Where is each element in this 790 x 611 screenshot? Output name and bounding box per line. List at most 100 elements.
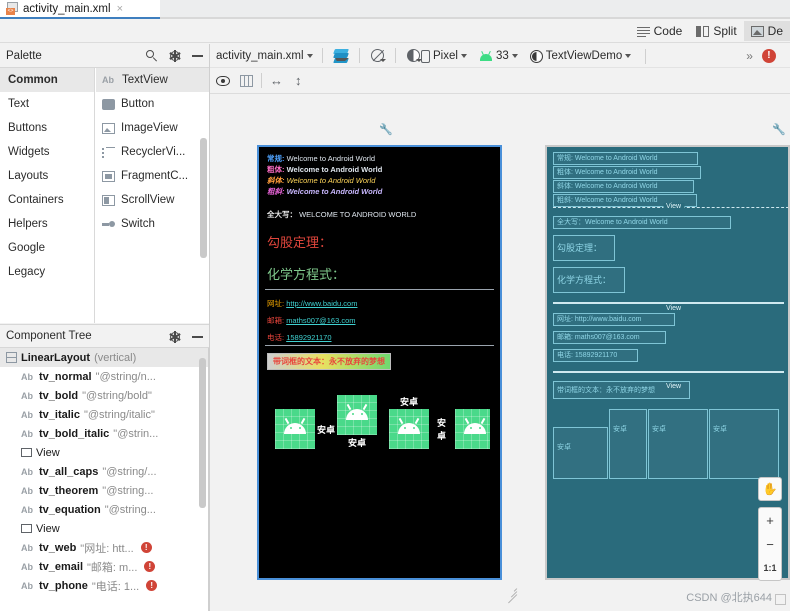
error-icon[interactable]: ! — [140, 542, 152, 553]
dp-link-value[interactable]: 15892921170 — [286, 333, 331, 342]
chevron-down-icon — [306, 53, 313, 58]
mode-design-button[interactable]: De — [743, 21, 790, 41]
tree-row-tv-bold[interactable]: Ab tv_bold "@string/bold" — [0, 386, 208, 405]
android-robot-icon — [454, 409, 490, 449]
minimize-icon[interactable] — [192, 55, 203, 57]
palette-scrollbar[interactable] — [200, 138, 207, 258]
horizontal-resize-icon[interactable]: ↔ — [270, 73, 283, 88]
droid-item-top: 安卓 — [337, 395, 377, 449]
layout-file-selector[interactable]: activity_main.xml — [210, 44, 319, 68]
editor-mode-bar: Code Split De — [0, 19, 790, 43]
component-tree-scrollbar[interactable] — [199, 358, 206, 508]
image-icon — [102, 122, 115, 134]
palette-header: Palette — [0, 44, 209, 68]
palette-category-containers[interactable]: Containers — [0, 188, 94, 212]
more-options-icon[interactable]: » — [746, 49, 753, 63]
error-icon[interactable]: ! — [146, 580, 158, 591]
error-icon[interactable]: ! — [144, 561, 156, 572]
mode-split-button[interactable]: Split — [689, 21, 743, 41]
tree-node-value: "@string/n... — [95, 370, 156, 383]
minimize-icon[interactable] — [192, 336, 203, 338]
bp-row: 粗体: Welcome to Android World — [553, 166, 701, 179]
tree-row-tv-normal[interactable]: Ab tv_normal "@string/n... — [0, 367, 208, 386]
error-badge[interactable]: ! — [761, 49, 776, 63]
palette-category-google[interactable]: Google — [0, 236, 94, 260]
tree-row-linearlayout[interactable]: LinearLayout (vertical) — [0, 348, 208, 367]
zoom-reset-button[interactable]: 1:1 — [759, 556, 781, 580]
palette-category-text[interactable]: Text — [0, 92, 94, 116]
palette-item-switch[interactable]: Switch — [96, 212, 209, 236]
palette-item-label: RecyclerVi... — [121, 146, 186, 158]
tree-node-value: (vertical) — [94, 351, 137, 364]
cat-label: Layouts — [8, 170, 49, 182]
tree-row-tv-italic[interactable]: Ab tv_italic "@string/italic" — [0, 405, 208, 424]
tree-node-value: "@string... — [104, 503, 156, 516]
tree-node-value: "邮箱: m... — [87, 561, 138, 574]
tree-row-view-2[interactable]: View — [0, 519, 208, 538]
watermark-square-icon — [775, 594, 786, 605]
tree-row-tv-email[interactable]: Ab tv_email "邮箱: m... ! — [0, 557, 208, 576]
dp-label: 常规: — [267, 154, 285, 163]
palette-category-common[interactable]: Common — [0, 68, 94, 92]
wrench-icon-design[interactable] — [379, 123, 390, 136]
switch-icon — [102, 219, 115, 230]
palette-item-scrollview[interactable]: ScrollView — [96, 188, 209, 212]
dp-value: Welcome to Android World — [286, 187, 383, 196]
droid-label: 安卓 — [317, 424, 336, 435]
columns-icon[interactable] — [240, 74, 253, 87]
dp-link-value[interactable]: http://www.baidu.com — [286, 299, 357, 308]
bp-row: 常规: Welcome to Android World — [553, 152, 698, 165]
gear-icon[interactable] — [169, 331, 181, 343]
tree-row-tv-theorem[interactable]: Ab tv_theorem "@string... — [0, 481, 208, 500]
api-level-selector[interactable]: 33 — [473, 44, 524, 68]
tree-row-tv-all-caps[interactable]: Ab tv_all_caps "@string/... — [0, 462, 208, 481]
design-canvas[interactable]: 常规: Welcome to Android World 粗体: Welcome… — [210, 95, 790, 611]
api-label: 33 — [495, 50, 509, 62]
device-preview-blueprint[interactable]: 常规: Welcome to Android World 粗体: Welcome… — [545, 145, 790, 580]
palette-item-label: Button — [121, 98, 155, 110]
palette-category-legacy[interactable]: Legacy — [0, 260, 94, 284]
tree-row-tv-bold-italic[interactable]: Ab tv_bold_italic "@strin... — [0, 424, 208, 443]
palette-item-button[interactable]: Button — [96, 92, 209, 116]
palette-category-helpers[interactable]: Helpers — [0, 212, 94, 236]
palette-item-fragmentcontainer[interactable]: FragmentC... — [96, 164, 209, 188]
android-robot-icon — [389, 409, 429, 449]
palette-category-widgets[interactable]: Widgets — [0, 140, 94, 164]
scroll-icon — [102, 194, 115, 206]
tab-activity-main-xml[interactable]: <> activity_main.xml × — [0, 0, 160, 19]
tree-row-tv-phone[interactable]: Ab tv_phone "电话: 1... ! — [0, 576, 208, 595]
palette-category-buttons[interactable]: Buttons — [0, 116, 94, 140]
tree-row-view-1[interactable]: View — [0, 443, 208, 462]
gear-icon[interactable] — [169, 50, 181, 62]
tree-row-tv-equation[interactable]: Ab tv_equation "@string... — [0, 500, 208, 519]
cat-label: Containers — [8, 194, 64, 206]
pan-tool-button[interactable]: ✋ — [758, 477, 782, 501]
layers-icon[interactable] — [332, 49, 349, 63]
android-robot-icon — [337, 395, 377, 435]
tree-row-tv-web[interactable]: Ab tv_web "网址: htt... ! — [0, 538, 208, 557]
dp-link-value[interactable]: maths007@163.com — [286, 316, 355, 325]
vertical-resize-icon[interactable]: ↕ — [295, 73, 302, 88]
tree-node-id: tv_bold — [39, 389, 79, 402]
device-preview-design[interactable]: 常规: Welcome to Android World 粗体: Welcome… — [257, 145, 502, 580]
palette-item-textview[interactable]: Ab TextView — [96, 68, 209, 92]
zoom-out-button[interactable]: − — [759, 532, 781, 556]
device-selector[interactable]: Pixel — [415, 44, 473, 68]
palette-item-imageview[interactable]: ImageView — [96, 116, 209, 140]
eye-icon[interactable] — [216, 75, 230, 86]
zoom-in-button[interactable]: + — [759, 508, 781, 532]
mode-code-button[interactable]: Code — [630, 21, 690, 41]
view-icon — [21, 524, 32, 533]
no-theme-icon[interactable] — [370, 49, 386, 62]
bp-row: 斜体: Welcome to Android World — [553, 180, 694, 193]
search-icon[interactable] — [146, 50, 158, 62]
theme-selector[interactable]: TextViewDemo — [524, 44, 638, 68]
tree-node-value: "@string/italic" — [83, 408, 155, 421]
bp-image-top: 安卓 — [609, 409, 647, 479]
wrench-icon-blueprint[interactable] — [772, 123, 783, 136]
palette-item-recyclerview[interactable]: RecyclerVi... — [96, 140, 209, 164]
resize-grip[interactable] — [503, 582, 518, 604]
close-icon[interactable]: × — [117, 3, 123, 15]
cat-label: Google — [8, 242, 46, 254]
palette-category-layouts[interactable]: Layouts — [0, 164, 94, 188]
